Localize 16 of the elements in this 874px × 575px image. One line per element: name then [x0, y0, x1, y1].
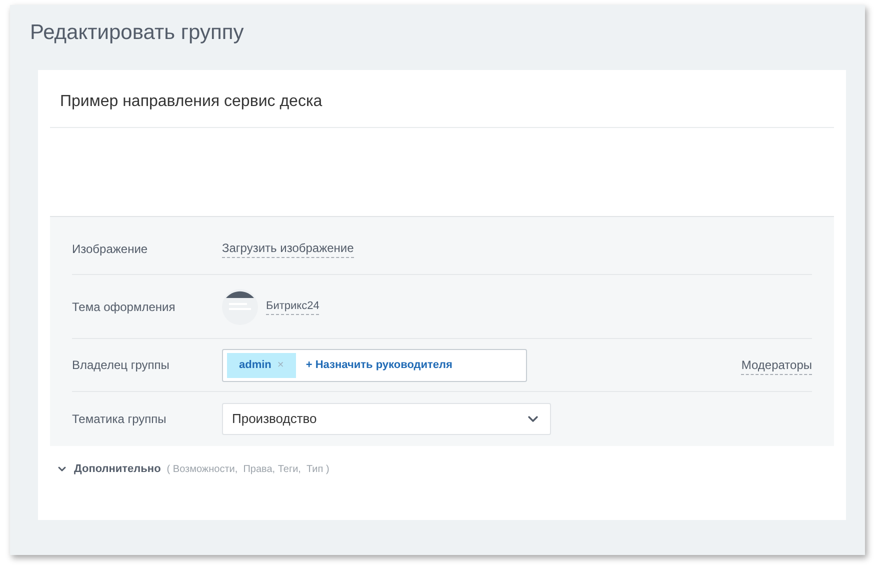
- assign-head-link[interactable]: + Назначить руководителя: [306, 356, 452, 374]
- field-label: Владелец группы: [72, 357, 170, 374]
- theme-preview-icon[interactable]: [222, 288, 258, 324]
- group-name: Пример направления сервис деска: [60, 93, 322, 110]
- user-tag: admin: [239, 356, 272, 374]
- owner-field[interactable]: admin × + Назначить руководителя: [222, 348, 527, 382]
- topic-select[interactable]: Производство: [222, 403, 551, 435]
- moderators-link[interactable]: Модераторы: [741, 356, 812, 374]
- field-label: Тематика группы: [72, 411, 168, 428]
- page-title: Редактировать группу: [30, 20, 245, 46]
- field-label: Тема оформления: [72, 298, 176, 316]
- theme-link[interactable]: Битрикс24: [266, 298, 320, 316]
- more-hint: ( Возможности, Права, Теги, Тип ): [166, 462, 330, 477]
- more-toggle[interactable]: Дополнительно: [56, 461, 161, 478]
- field-label: Изображение: [72, 240, 149, 258]
- upload-link[interactable]: Загрузить изображение: [222, 239, 354, 258]
